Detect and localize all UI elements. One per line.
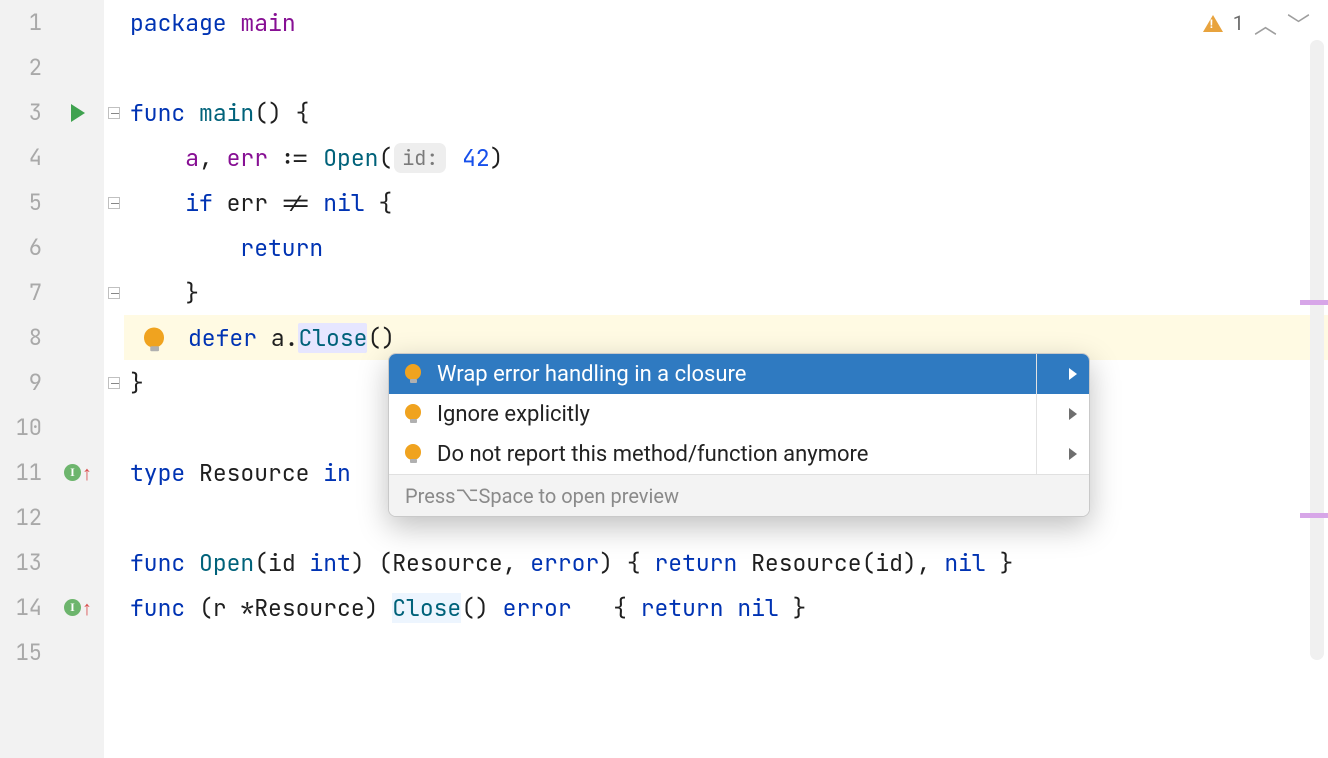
code-line[interactable]: func Open(id int) (Resource, error) { re… bbox=[124, 540, 1328, 585]
warning-count: 1 bbox=[1233, 11, 1244, 35]
code-line[interactable] bbox=[124, 630, 1328, 675]
submenu-arrow-icon bbox=[1069, 368, 1077, 380]
intention-action-item[interactable]: Do not report this method/function anymo… bbox=[389, 434, 1089, 474]
run-gutter-icon[interactable] bbox=[52, 90, 104, 135]
submenu-arrow-icon bbox=[1069, 448, 1077, 460]
code-line[interactable]: return bbox=[124, 225, 1328, 270]
code-line[interactable]: func main() { bbox=[124, 90, 1328, 135]
line-number[interactable]: 4 bbox=[0, 135, 52, 180]
run-triangle-icon bbox=[71, 104, 85, 122]
line-number[interactable]: 1 bbox=[0, 0, 52, 45]
implements-gutter-icon[interactable]: I↑ bbox=[52, 450, 104, 495]
line-number[interactable]: 10 bbox=[0, 405, 52, 450]
identifier-usage: Close bbox=[392, 593, 461, 623]
gutter-icons: I↑ I↑ bbox=[52, 0, 104, 758]
intention-action-item[interactable]: Ignore explicitly bbox=[389, 394, 1089, 434]
line-number[interactable]: 3 bbox=[0, 90, 52, 135]
line-number[interactable]: 7 bbox=[0, 270, 52, 315]
error-stripe-marker[interactable] bbox=[1300, 300, 1328, 305]
implements-up-icon: I↑ bbox=[64, 598, 92, 618]
gutter-fold bbox=[104, 0, 124, 758]
line-number[interactable]: 6 bbox=[0, 225, 52, 270]
line-number[interactable]: 15 bbox=[0, 630, 52, 675]
code-line[interactable]: func (r *Resource) Close() error { retur… bbox=[124, 585, 1328, 630]
fold-toggle[interactable] bbox=[104, 90, 124, 135]
popup-divider bbox=[1036, 354, 1037, 474]
inspection-summary[interactable]: 1 ︿ ﹀ bbox=[1203, 6, 1310, 40]
scrollbar[interactable] bbox=[1310, 40, 1324, 660]
fold-toggle[interactable] bbox=[104, 270, 124, 315]
parameter-hint: id: bbox=[394, 143, 446, 173]
implements-up-icon: I↑ bbox=[64, 463, 92, 483]
line-number[interactable]: 5 bbox=[0, 180, 52, 225]
line-number[interactable]: 2 bbox=[0, 45, 52, 90]
code-line[interactable]: } bbox=[124, 270, 1328, 315]
intention-action-item[interactable]: Wrap error handling in a closure bbox=[389, 354, 1089, 394]
code-line[interactable]: a, err := Open(id: 42) bbox=[124, 135, 1328, 180]
code-line[interactable]: if err != nil { bbox=[124, 180, 1328, 225]
error-stripe-marker[interactable] bbox=[1300, 513, 1328, 518]
chevron-up-icon[interactable]: ︿ bbox=[1254, 6, 1277, 40]
chevron-down-icon[interactable]: ﹀ bbox=[1287, 6, 1310, 40]
line-number[interactable]: 12 bbox=[0, 495, 52, 540]
popup-footer-hint: Press ⌥Space to open preview bbox=[389, 474, 1089, 516]
code-line[interactable]: package main bbox=[124, 0, 1328, 45]
lightbulb-icon bbox=[403, 364, 423, 384]
gutter-line-numbers: 1 2 3 4 5 6 7 8 9 10 11 12 13 14 15 bbox=[0, 0, 52, 758]
line-number[interactable]: 11 bbox=[0, 450, 52, 495]
fold-toggle[interactable] bbox=[104, 360, 124, 405]
line-number[interactable]: 13 bbox=[0, 540, 52, 585]
intention-bulb-icon[interactable] bbox=[144, 327, 164, 357]
line-number[interactable]: 14 bbox=[0, 585, 52, 630]
fold-toggle[interactable] bbox=[104, 180, 124, 225]
identifier-selected: Close bbox=[298, 323, 367, 353]
line-number[interactable]: 8 bbox=[0, 315, 52, 360]
code-line[interactable] bbox=[124, 45, 1328, 90]
warning-triangle-icon bbox=[1203, 15, 1223, 32]
submenu-arrow-icon bbox=[1069, 408, 1077, 420]
lightbulb-icon bbox=[403, 404, 423, 424]
line-number[interactable]: 9 bbox=[0, 360, 52, 405]
implements-gutter-icon[interactable]: I↑ bbox=[52, 585, 104, 630]
keyboard-key-option: ⌥ bbox=[455, 482, 478, 507]
lightbulb-icon bbox=[403, 444, 423, 464]
intention-actions-popup: Wrap error handling in a closure Ignore … bbox=[388, 353, 1090, 517]
